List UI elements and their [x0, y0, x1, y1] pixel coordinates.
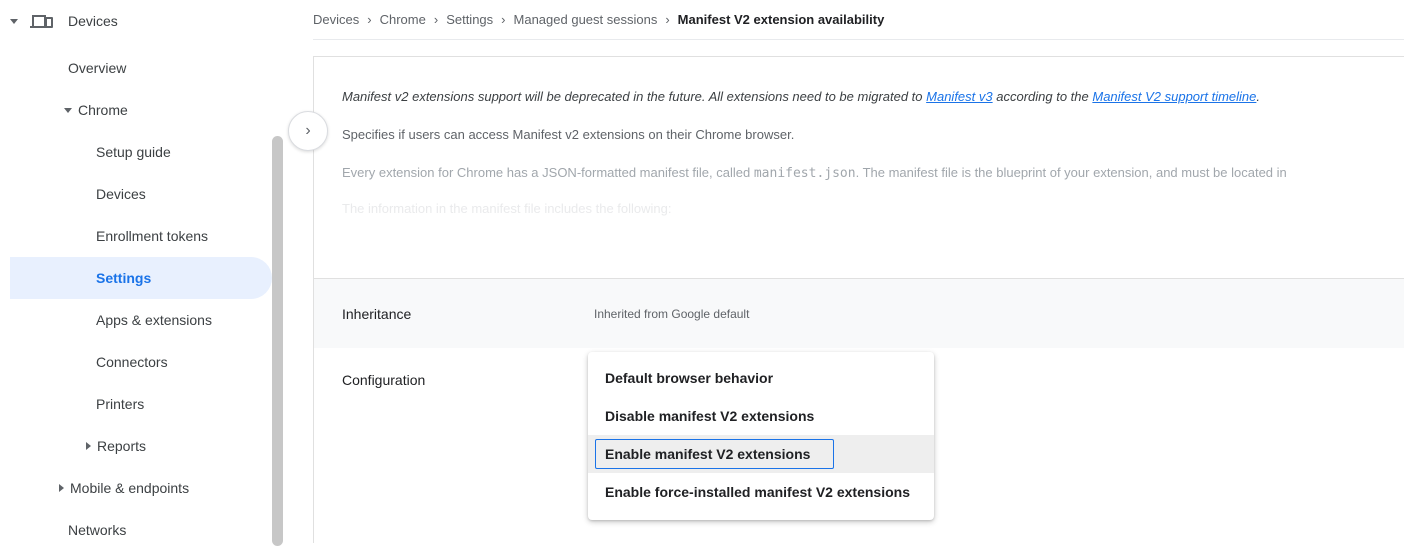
details-text: . The manifest file is the blueprint of … [855, 165, 1287, 180]
manifest-v2-timeline-link[interactable]: Manifest V2 support timeline [1092, 89, 1256, 104]
collapse-panel-button[interactable]: › [288, 111, 328, 151]
sidebar-item-label: Reports [97, 438, 147, 454]
sidebar-item-chrome-devices[interactable]: Devices [0, 173, 272, 215]
sidebar-item-devices[interactable]: Devices [0, 0, 272, 42]
setting-details: Every extension for Chrome has a JSON-fo… [342, 165, 1287, 181]
breadcrumb-separator-icon: › [501, 12, 506, 27]
inheritance-row: Inheritance Inherited from Google defaul… [314, 278, 1404, 348]
sidebar-item-mobile-endpoints[interactable]: Mobile & endpoints [0, 467, 272, 509]
option-label: Default browser behavior [605, 370, 774, 386]
sidebar-item-printers[interactable]: Printers [0, 383, 272, 425]
sidebar-item-setup-guide[interactable]: Setup guide [0, 131, 272, 173]
option-enable-manifest-v2[interactable]: Enable manifest V2 extensions [588, 435, 934, 473]
sidebar-item-label: Setup guide [96, 144, 171, 160]
breadcrumb-separator-icon: › [367, 12, 372, 27]
breadcrumb-settings[interactable]: Settings [446, 12, 493, 27]
setting-summary: Specifies if users can access Manifest v… [342, 127, 795, 142]
manifest-filename: manifest.json [753, 166, 856, 181]
sidebar-item-label: Enrollment tokens [96, 228, 209, 244]
sidebar-item-label: Devices [68, 13, 118, 29]
breadcrumb-separator-icon: › [433, 12, 439, 27]
sidebar-item-connectors[interactable]: Connectors [0, 341, 272, 383]
setting-details-faded: The information in the manifest file inc… [342, 201, 672, 216]
caret-right-icon [59, 484, 64, 492]
sidebar-item-settings[interactable]: Settings [10, 257, 272, 299]
chevron-right-icon: › [305, 122, 311, 139]
sidebar-item-apps-extensions[interactable]: Apps & extensions [0, 299, 272, 341]
sidebar-item-label: Chrome [78, 102, 128, 118]
deprecation-notice: Manifest v2 extensions support will be d… [342, 89, 1260, 104]
option-label: Enable manifest V2 extensions [595, 439, 835, 469]
notice-text: according to the [992, 89, 1093, 104]
sidebar-scrollbar[interactable] [272, 136, 283, 546]
option-disable-manifest-v2[interactable]: Disable manifest V2 extensions [588, 397, 934, 435]
sidebar-item-label: Networks [68, 522, 127, 538]
sidebar-item-overview[interactable]: Overview [0, 47, 272, 89]
notice-text: Manifest v2 extensions support will be d… [342, 89, 927, 104]
sidebar-item-label: Connectors [96, 354, 168, 370]
sidebar-item-chrome[interactable]: Chrome [0, 89, 272, 131]
option-enable-force-installed-manifest-v2[interactable]: Enable force-installed manifest V2 exten… [588, 473, 934, 511]
option-label: Enable force-installed manifest V2 exten… [605, 484, 910, 500]
breadcrumb-current-page: Manifest V2 extension availability [677, 12, 885, 27]
sidebar-item-networks[interactable]: Networks [0, 509, 272, 551]
breadcrumb-chrome[interactable]: Chrome [380, 12, 426, 27]
inheritance-value: Inherited from Google default [594, 307, 750, 321]
sidebar-item-label: Devices [96, 186, 146, 202]
breadcrumb-managed-guest-sessions[interactable]: Managed guest sessions [514, 12, 658, 27]
sidebar-item-label: Apps & extensions [96, 312, 212, 328]
sidebar-item-enrollment-tokens[interactable]: Enrollment tokens [0, 215, 272, 257]
notice-text: . [1256, 89, 1261, 104]
inheritance-label: Inheritance [342, 306, 412, 322]
details-text: Every extension for Chrome has a JSON-fo… [342, 165, 754, 180]
sidebar-item-label: Settings [96, 270, 152, 286]
configuration-label: Configuration [342, 372, 426, 388]
breadcrumb-separator-icon: › [665, 12, 670, 27]
caret-down-icon [64, 107, 72, 113]
breadcrumb: Devices › Chrome › Settings › Managed gu… [313, 0, 1404, 40]
sidebar-nav: Devices Overview Chrome Setup guide Devi… [0, 0, 290, 546]
sidebar-item-reports[interactable]: Reports [0, 425, 272, 467]
manifest-v3-link[interactable]: Manifest v3 [926, 89, 992, 104]
breadcrumb-devices[interactable]: Devices [313, 12, 359, 27]
sidebar-item-label: Printers [96, 396, 145, 412]
caret-down-icon [10, 18, 18, 24]
sidebar-item-label: Overview [68, 60, 127, 76]
option-default-browser-behavior[interactable]: Default browser behavior [588, 359, 934, 397]
option-label: Disable manifest V2 extensions [605, 408, 815, 424]
sidebar-item-label: Mobile & endpoints [70, 480, 190, 496]
caret-right-icon [86, 442, 91, 450]
configuration-dropdown-menu: Default browser behavior Disable manifes… [588, 352, 934, 520]
devices-icon [30, 13, 54, 29]
